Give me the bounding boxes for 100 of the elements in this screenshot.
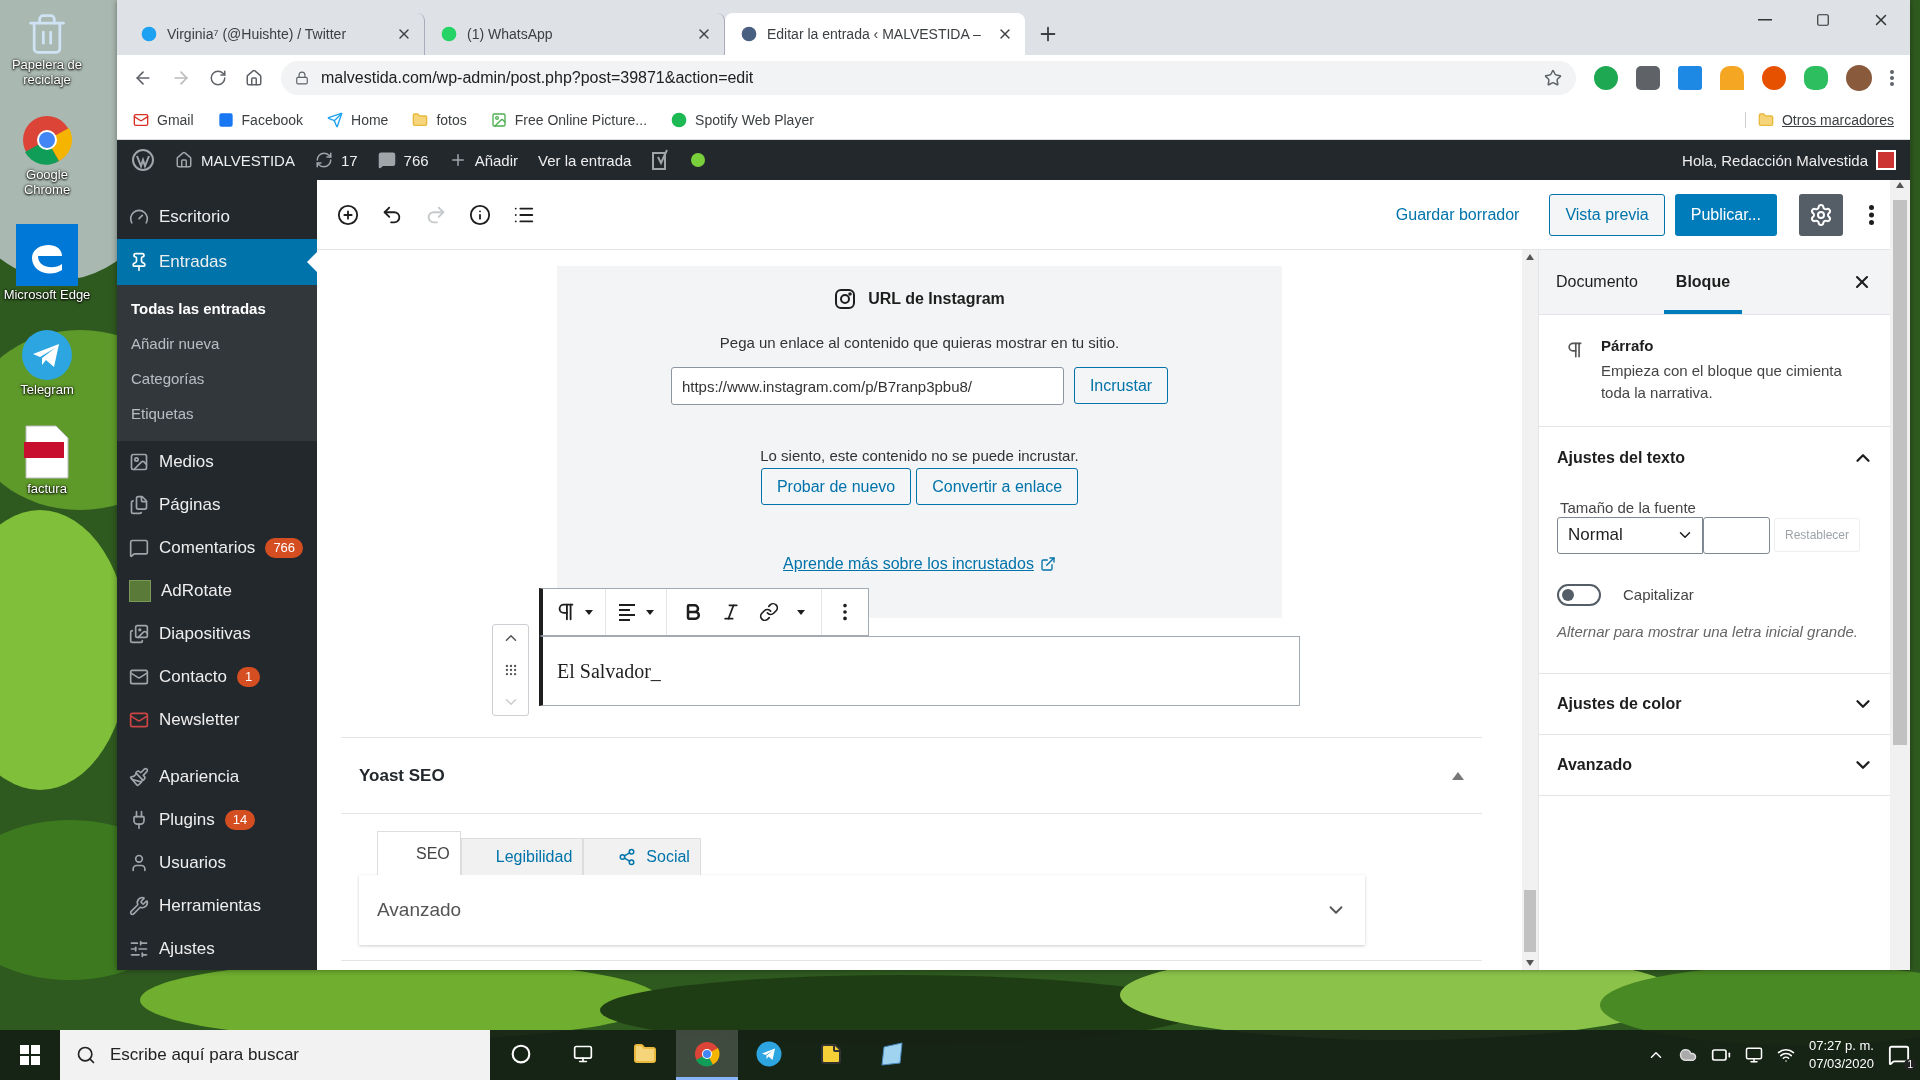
address-bar[interactable]: malvestida.com/wp-admin/post.php?post=39871&action=edit [281,60,1576,95]
scrollbar-thumb[interactable] [1893,200,1907,745]
chrome-icon[interactable] [21,113,73,166]
add-block-button[interactable] [337,203,359,226]
yoast-tab[interactable]: SEO [377,831,461,875]
bookmark-folder[interactable]: Otros marcadores [1744,111,1894,128]
url-text[interactable]: malvestida.com/wp-admin/post.php?post=39871&action=edit [321,68,1532,87]
more-options-button[interactable] [1869,204,1874,225]
bookmark-link[interactable]: Spotify Web Player [671,111,814,128]
advanced-section[interactable]: Avanzado [359,875,1365,945]
italic-icon[interactable] [721,602,741,622]
cloud-icon[interactable] [1678,1046,1697,1064]
pin-icon [129,251,149,272]
section-header[interactable]: Ajustes del texto [1539,426,1890,489]
extension-icon[interactable] [1678,65,1702,90]
wordpress-icon[interactable] [131,148,155,172]
info-button[interactable] [469,203,491,226]
sidebar-item[interactable]: Newsletter [117,698,317,742]
account-link[interactable]: Hola, Redacción Malvestida [1682,150,1896,170]
yoast-tab[interactable]: Legibilidad [460,838,584,875]
comments-link[interactable]: 766 [377,151,429,169]
extension-icon[interactable] [1762,65,1786,90]
block-description: Empieza con el bloque que cimienta toda la narrativa. [1600,361,1843,403]
save-draft-button[interactable]: Guardar borrador [1395,205,1540,224]
telegram-icon[interactable] [21,328,73,381]
edge-icon[interactable] [16,223,78,286]
caret-icon[interactable] [585,609,593,615]
bookmark-link[interactable]: Home [327,111,389,128]
clock-time[interactable]: 07:27 p. m. [1808,1036,1874,1055]
retry-button[interactable]: Probar de nuevo [760,468,912,505]
align-icon[interactable] [618,603,638,621]
url-input[interactable]: https://www.instagram.com/p/B7ranp3pbu8/ [670,367,1064,405]
settings-button[interactable] [1799,193,1843,236]
sidebar-item[interactable]: Plugins 14 [117,798,317,842]
add-new-link[interactable]: Añadir [448,151,518,169]
bookmark-link[interactable]: Gmail [133,111,194,128]
bookmark-link[interactable]: Facebook [217,111,304,128]
publish-button[interactable]: Publicar... [1674,193,1777,236]
wifi-icon[interactable] [1776,1046,1795,1064]
view-post-link[interactable]: Ver la entrada [538,151,632,169]
network-icon[interactable] [1744,1046,1763,1064]
submenu-item[interactable]: Añadir nueva [117,325,317,361]
drop-cap-toggle[interactable] [1557,583,1601,606]
section-header[interactable]: Avanzado [1539,734,1890,795]
custom-size-input[interactable] [1703,516,1770,554]
clock-date[interactable]: 07/03/2020 [1808,1055,1874,1074]
sidebar-item[interactable]: Entradas [117,238,317,285]
section-header[interactable]: Ajustes de color [1539,673,1890,734]
sidebar-item[interactable]: Ajustes [117,927,317,971]
link-icon[interactable] [759,602,779,622]
embed-button[interactable]: Incrustar [1073,367,1169,404]
updates-link[interactable]: 17 [314,151,358,169]
bookmark-link[interactable]: Free Online Picture... [490,111,648,128]
bookmark-star-icon[interactable] [1544,68,1562,87]
panel-tab[interactable]: Documento [1544,250,1650,314]
bookmark-link[interactable]: fotos [412,111,467,128]
more-formats-icon[interactable] [797,609,805,615]
home-button[interactable] [245,68,263,87]
sidebar-item[interactable]: Diapositivas [117,612,317,656]
scroll-up-icon[interactable] [1896,182,1904,188]
submenu-item[interactable]: Etiquetas [117,395,317,431]
collapse-icon[interactable] [1452,771,1464,780]
submenu-item[interactable]: Todas las entradas [117,290,317,326]
sidebar-item[interactable]: Medios [117,440,317,484]
sidebar-item[interactable]: Contacto 1 [117,655,317,699]
panel-tab[interactable]: Bloque [1663,250,1743,314]
extension-icon[interactable] [1594,65,1618,90]
chrome-taskbar-button[interactable] [676,1030,738,1080]
notification-icon[interactable] [1888,1044,1910,1066]
caret-icon[interactable] [646,609,654,615]
drag-handle-icon[interactable] [503,663,518,677]
sidebar-item[interactable]: Escritorio [117,196,317,239]
sidebar-item[interactable]: AdRotate [117,569,317,613]
yoast-tab[interactable]: Social [583,838,701,875]
convert-link-button[interactable]: Convertir a enlace [916,468,1079,505]
paragraph-block[interactable]: El Salvador_ [539,636,1300,706]
browser-tab[interactable]: Editar la entrada ‹ MALVESTIDA – [725,13,1025,55]
font-size-select[interactable]: Normal [1557,516,1703,554]
pdf-file-icon[interactable] [24,423,70,480]
learn-more-link[interactable]: Aprende más sobre los incrustados [783,555,1056,573]
desktop-icon-label[interactable]: Microsoft Edge [2,287,92,303]
extension-icon[interactable] [1636,65,1660,90]
submenu-item[interactable]: Categorías [117,360,317,396]
sidebar-item[interactable]: Comentarios 766 [117,526,317,570]
paragraph-text[interactable]: El Salvador_ [557,659,661,683]
sidebar-item[interactable]: Apariencia [117,755,317,799]
sidebar-item[interactable]: Páginas [117,483,317,527]
count-badge: 766 [265,537,304,558]
sidebar-item[interactable]: Herramientas [117,884,317,928]
scrollbar-thumb[interactable] [1524,890,1536,952]
reload-button[interactable] [209,68,227,87]
menu-button[interactable] [1890,69,1894,86]
browser-tab[interactable]: Virginia⁷ (@Huishte) / Twitter [125,13,425,55]
preview-button[interactable]: Vista previa [1549,193,1665,236]
sidebar-item[interactable]: Usuarios [117,841,317,885]
scroll-down-icon[interactable] [1526,960,1534,966]
site-link[interactable]: MALVESTIDA [175,151,295,169]
scroll-up-icon[interactable] [1526,254,1534,260]
profile-avatar[interactable] [1846,64,1872,91]
taskbar-search-field[interactable]: Escribe aquí para buscar [60,1030,490,1080]
